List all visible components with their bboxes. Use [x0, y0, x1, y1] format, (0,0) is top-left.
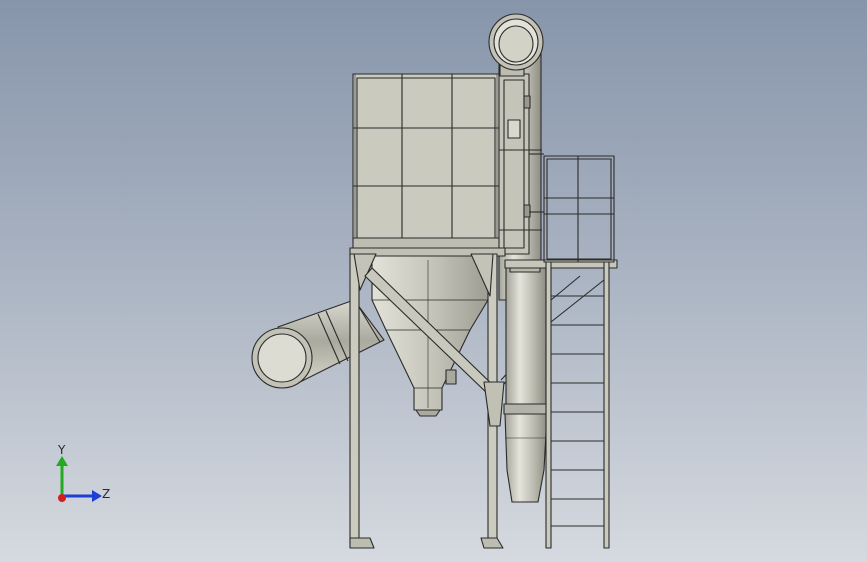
x-axis-origin	[58, 494, 66, 502]
y-axis-arrowhead	[56, 456, 68, 466]
inlet-duct	[251, 299, 385, 389]
hopper-clamp	[445, 369, 457, 385]
y-axis-label: Y	[57, 443, 66, 457]
z-axis-label: Z	[102, 487, 110, 501]
coordinate-triad: Y Z	[56, 443, 110, 502]
graphics-viewport[interactable]: Y Z	[0, 0, 867, 562]
filter-housing	[352, 73, 504, 249]
z-axis-arrowhead	[92, 490, 102, 502]
dust-collector-model[interactable]	[0, 0, 867, 562]
separator-cylinder	[503, 265, 549, 503]
ladder	[545, 261, 610, 549]
